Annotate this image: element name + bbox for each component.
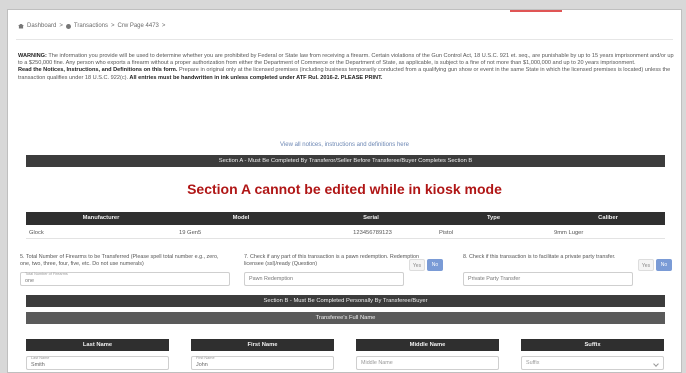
name-fields: Last Name Last Name Smith First Name Fir… [26,339,665,370]
cell-type: Pistol [439,230,454,236]
breadcrumb-current: Crw Page 4473 [117,23,159,29]
question-text: 7. Check if any part of this transaction… [244,254,419,267]
column-header: Serial [363,215,379,221]
last-name-input[interactable]: Last Name Smith [26,356,169,370]
user-icon [65,23,71,29]
column-header: Last Name [26,339,169,351]
field-placeholder: Pawn Redemption [249,276,294,282]
warning-lead: WARNING: [18,53,47,59]
column-header: Model [232,215,250,221]
table-row: Glock 19 Gen5 123456789123 Pistol 9mm Lu… [26,227,665,239]
breadcrumb-transactions[interactable]: Transactions [74,23,108,29]
no-button[interactable]: No [656,259,672,271]
field-value: one [25,278,34,284]
column-header: Manufacturer [82,215,120,221]
total-firearms-input[interactable]: Total Number of Firearms one [20,272,230,286]
middle-name-column: Middle Name Middle Name [356,339,499,370]
breadcrumb-separator: > [161,23,166,29]
cell-manufacturer: Glock [29,230,44,236]
field-label: First Name [196,356,215,360]
field-value: John [196,362,208,368]
field-label: Last Name [31,356,50,360]
kiosk-mode-message: Section A cannot be edited while in kios… [187,181,502,197]
private-party-toggle: Yes No [638,259,672,271]
cell-caliber: 9mm Luger [554,230,584,236]
first-name-column: First Name First Name John [191,339,334,370]
chevron-down-icon [653,361,659,367]
first-name-input[interactable]: First Name John [191,356,334,370]
no-button[interactable]: No [427,259,443,271]
column-header: Middle Name [356,339,499,351]
column-header: First Name [191,339,334,351]
read-lead: Read the Notices, Instructions, and Defi… [18,67,178,74]
section-a-bar: Section A - Must Be Completed By Transfe… [26,155,665,167]
accent-bar [510,10,562,12]
private-party-input[interactable]: Private Party Transfer [463,272,633,286]
pawn-redemption-toggle: Yes No [409,259,443,271]
field-placeholder: Private Party Transfer [468,276,521,282]
yes-button[interactable]: Yes [638,259,654,271]
full-name-bar: Transferee's Full Name [26,312,665,324]
home-icon [18,23,24,29]
field-label: Total Number of Firearms [25,272,68,276]
breadcrumb-separator: > [111,23,115,29]
field-value: Smith [31,362,45,368]
section-b-bar: Section B - Must Be Completed Personally… [26,295,665,307]
yes-button[interactable]: Yes [409,259,425,271]
question-text: 5. Total Number of Firearms to be Transf… [20,254,219,267]
cell-model: 19 Gen5 [179,230,202,236]
read-bold: All entries must be handwritten in ink u… [128,74,383,81]
suffix-select[interactable]: Suffix [521,356,664,370]
last-name-column: Last Name Last Name Smith [26,339,169,370]
field-placeholder: Middle Name [361,360,393,366]
breadcrumb: Dashboard > Transactions > Crw Page 4473… [18,23,165,29]
breadcrumb-dashboard[interactable]: Dashboard [27,23,56,29]
column-header: Type [486,215,501,221]
page-frame: Dashboard > Transactions > Crw Page 4473… [7,9,682,373]
divider [16,39,673,40]
middle-name-input[interactable]: Middle Name [356,356,499,370]
firearm-table-header: Manufacturer Model Serial Type Caliber [26,212,665,225]
suffix-column: Suffix Suffix [521,339,664,370]
column-header: Suffix [521,339,664,351]
field-placeholder: Suffix [526,360,540,366]
cell-serial: 123456789123 [353,230,392,236]
warning-text: The information you provide will be used… [18,53,674,67]
pawn-redemption-input[interactable]: Pawn Redemption [244,272,404,286]
question-total-firearms: 5. Total Number of Firearms to be Transf… [20,254,230,286]
question-pawn-redemption: 7. Check if any part of this transaction… [244,254,424,286]
breadcrumb-separator: > [59,23,63,29]
column-header: Caliber [598,215,618,221]
warning-notice: WARNING: The information you provide wil… [18,53,674,82]
instructions-link[interactable]: View all notices, instructions and defin… [8,142,681,148]
